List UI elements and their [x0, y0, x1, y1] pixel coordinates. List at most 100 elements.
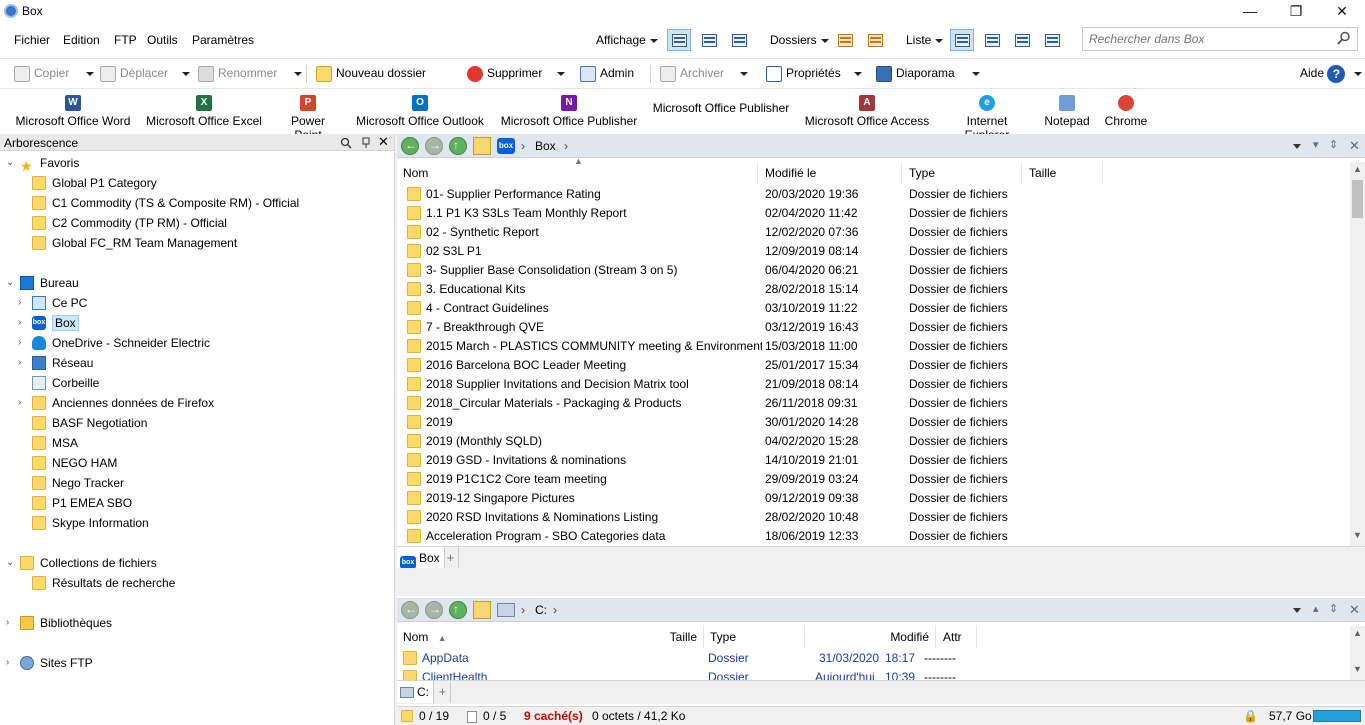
column-size[interactable]: Taille: [637, 626, 703, 648]
ql-word[interactable]: W Microsoft Office Word: [14, 91, 132, 128]
hidden-count[interactable]: 9 caché(s): [524, 707, 583, 725]
diaporama-button[interactable]: Diaporama: [876, 65, 955, 83]
chevron-right-icon[interactable]: ›: [18, 313, 30, 333]
scroll-down-icon[interactable]: ▼: [1350, 664, 1365, 678]
menu-fichier[interactable]: Fichier: [14, 33, 50, 47]
liste-dropdown[interactable]: Liste: [906, 33, 944, 47]
tree-corbeille[interactable]: Corbeille: [32, 373, 99, 393]
chevron-right-icon[interactable]: ›: [6, 653, 18, 673]
breadcrumb-separator[interactable]: ›: [564, 139, 568, 153]
table-row[interactable]: Acceleration Program - SBO Categories da…: [397, 527, 1350, 546]
table-row[interactable]: 2016 Barcelona BOC Leader Meeting 25/01/2…: [397, 356, 1350, 375]
chevron-right-icon[interactable]: ›: [18, 353, 30, 373]
maximize-button[interactable]: ❐: [1273, 0, 1319, 24]
tree-sites-ftp[interactable]: › Sites FTP: [6, 653, 93, 673]
ql-publisher[interactable]: N Microsoft Office Publisher: [500, 91, 638, 128]
table-row[interactable]: 2018_Circular Materials - Packaging & Pr…: [397, 394, 1350, 413]
table-row[interactable]: 4 - Contract Guidelines 03/10/2019 11:22 D…: [397, 299, 1350, 318]
aide-button[interactable]: Aide ?: [1300, 65, 1346, 83]
up-button[interactable]: ↑: [449, 137, 467, 155]
close-icon[interactable]: ✕: [1349, 138, 1360, 154]
tab-c[interactable]: C:: [397, 681, 434, 703]
forward-button[interactable]: →: [425, 137, 443, 155]
chevron-right-icon[interactable]: ›: [18, 293, 30, 313]
chevron-down-icon[interactable]: [740, 72, 748, 76]
chevron-right-icon[interactable]: ›: [6, 613, 18, 633]
column-type[interactable]: Type: [903, 162, 1022, 184]
pane-menu-icon[interactable]: ▾: [1313, 138, 1319, 151]
tree-ce-pc[interactable]: › Ce PC: [18, 293, 87, 313]
ql-outlook[interactable]: O Microsoft Office Outlook: [354, 91, 486, 128]
tree-favorite-item[interactable]: C2 Commodity (TP RM) - Official: [32, 213, 227, 233]
menu-edition[interactable]: Edition: [63, 33, 100, 47]
layout-dual-button[interactable]: [980, 29, 1004, 51]
table-row[interactable]: 2018 Supplier Invitations and Decision M…: [397, 375, 1350, 394]
top-scrollbar[interactable]: ▲ ▼: [1350, 162, 1365, 546]
table-row[interactable]: AppData Dossier 31/03/2020 18:17 -------…: [397, 649, 1350, 668]
admin-button[interactable]: Admin: [580, 65, 634, 83]
tree-folder[interactable]: Skype Information: [32, 513, 149, 533]
minimize-button[interactable]: —: [1227, 0, 1273, 24]
pane-resize-icon[interactable]: ⇕: [1329, 138, 1338, 151]
tree-resultats[interactable]: Résultats de recherche: [32, 573, 175, 593]
table-row[interactable]: 2019 GSD - Invitations & nominations 14/1…: [397, 451, 1350, 470]
layout-single-button[interactable]: [950, 29, 974, 51]
copier-button[interactable]: Copier: [14, 65, 69, 83]
scroll-down-icon[interactable]: ▼: [1350, 530, 1365, 544]
chevron-down-icon[interactable]: [557, 72, 565, 76]
favorite-folder-button[interactable]: [473, 137, 491, 155]
chevron-right-icon[interactable]: ›: [18, 393, 30, 413]
column-modified[interactable]: Modifié le: [759, 162, 902, 184]
bottom-scrollbar[interactable]: ▲ ▼: [1350, 626, 1365, 680]
scroll-up-icon[interactable]: ▲: [1350, 628, 1365, 642]
dossiers-dropdown[interactable]: Dossiers: [770, 33, 829, 47]
renommer-button[interactable]: Renommer: [198, 65, 277, 83]
scroll-thumb[interactable]: [1352, 180, 1363, 218]
view-list-button[interactable]: [697, 29, 721, 51]
column-attr[interactable]: Attr: [937, 626, 977, 648]
new-tab-button[interactable]: +: [435, 681, 451, 703]
chevron-down-icon[interactable]: [182, 72, 190, 76]
layout-preview-button[interactable]: [1040, 29, 1064, 51]
pane-menu-icon[interactable]: ▴: [1313, 602, 1319, 615]
tree-folder[interactable]: P1 EMEA SBO: [32, 493, 132, 513]
tree-favoris[interactable]: ⌄ ★ Favoris: [6, 153, 79, 174]
column-size[interactable]: Taille: [1023, 162, 1103, 184]
tree-folder[interactable]: BASF Negotiation: [32, 413, 147, 433]
chevron-down-icon[interactable]: [854, 72, 862, 76]
favorite-folder-button[interactable]: [473, 601, 491, 619]
table-row[interactable]: 3- Supplier Base Consolidation (Stream 3…: [397, 261, 1350, 280]
table-row[interactable]: 2020 RSD Invitations & Nominations Listi…: [397, 508, 1350, 527]
table-row[interactable]: 2019-12 Singapore Pictures 09/12/2019 09:…: [397, 489, 1350, 508]
table-row[interactable]: 1.1 P1 K3 S3Ls Team Monthly Report 02/04/…: [397, 204, 1350, 223]
close-button[interactable]: ✕: [1319, 0, 1365, 24]
view-details-button[interactable]: [667, 29, 691, 51]
ql-chrome[interactable]: Chrome: [1104, 91, 1148, 128]
back-button[interactable]: ←: [401, 601, 419, 619]
folder-view-button-1[interactable]: [833, 29, 857, 51]
scroll-up-icon[interactable]: ▲: [1350, 164, 1365, 178]
pin-icon[interactable]: [360, 137, 372, 149]
proprietes-button[interactable]: Propriétés: [766, 65, 841, 83]
chevron-down-icon[interactable]: [86, 72, 94, 76]
breadcrumb-c[interactable]: C:: [535, 603, 547, 617]
tree-favorite-item[interactable]: Global FC_RM Team Management: [32, 233, 237, 253]
search-icon[interactable]: [340, 137, 352, 149]
chevron-down-icon[interactable]: [294, 72, 302, 76]
table-row[interactable]: 2015 March - PLASTICS COMMUNITY meeting …: [397, 337, 1350, 356]
chevron-down-icon[interactable]: [1293, 608, 1301, 613]
forward-button[interactable]: →: [425, 601, 443, 619]
chevron-down-icon[interactable]: [1354, 72, 1362, 76]
table-row[interactable]: 2019 P1C1C2 Core team meeting 29/09/2019 …: [397, 470, 1350, 489]
pane-resize-icon[interactable]: ⇕: [1329, 602, 1338, 615]
table-row[interactable]: 02 S3L P1 12/09/2019 08:14 Dossier de fich…: [397, 242, 1350, 261]
column-type[interactable]: Type: [704, 626, 805, 648]
close-icon[interactable]: ✕: [378, 134, 389, 150]
table-row[interactable]: ClientHealth Dossier Aujourd'hui 10:39 -…: [397, 668, 1350, 680]
tree-folder[interactable]: › Anciennes données de Firefox: [18, 393, 214, 413]
chevron-down-icon[interactable]: ⌄: [6, 553, 18, 573]
chevron-down-icon[interactable]: ⌄: [6, 273, 18, 293]
affichage-dropdown[interactable]: Affichage: [596, 33, 658, 47]
view-preview-button[interactable]: [727, 29, 751, 51]
column-modified[interactable]: Modifié: [806, 626, 936, 648]
